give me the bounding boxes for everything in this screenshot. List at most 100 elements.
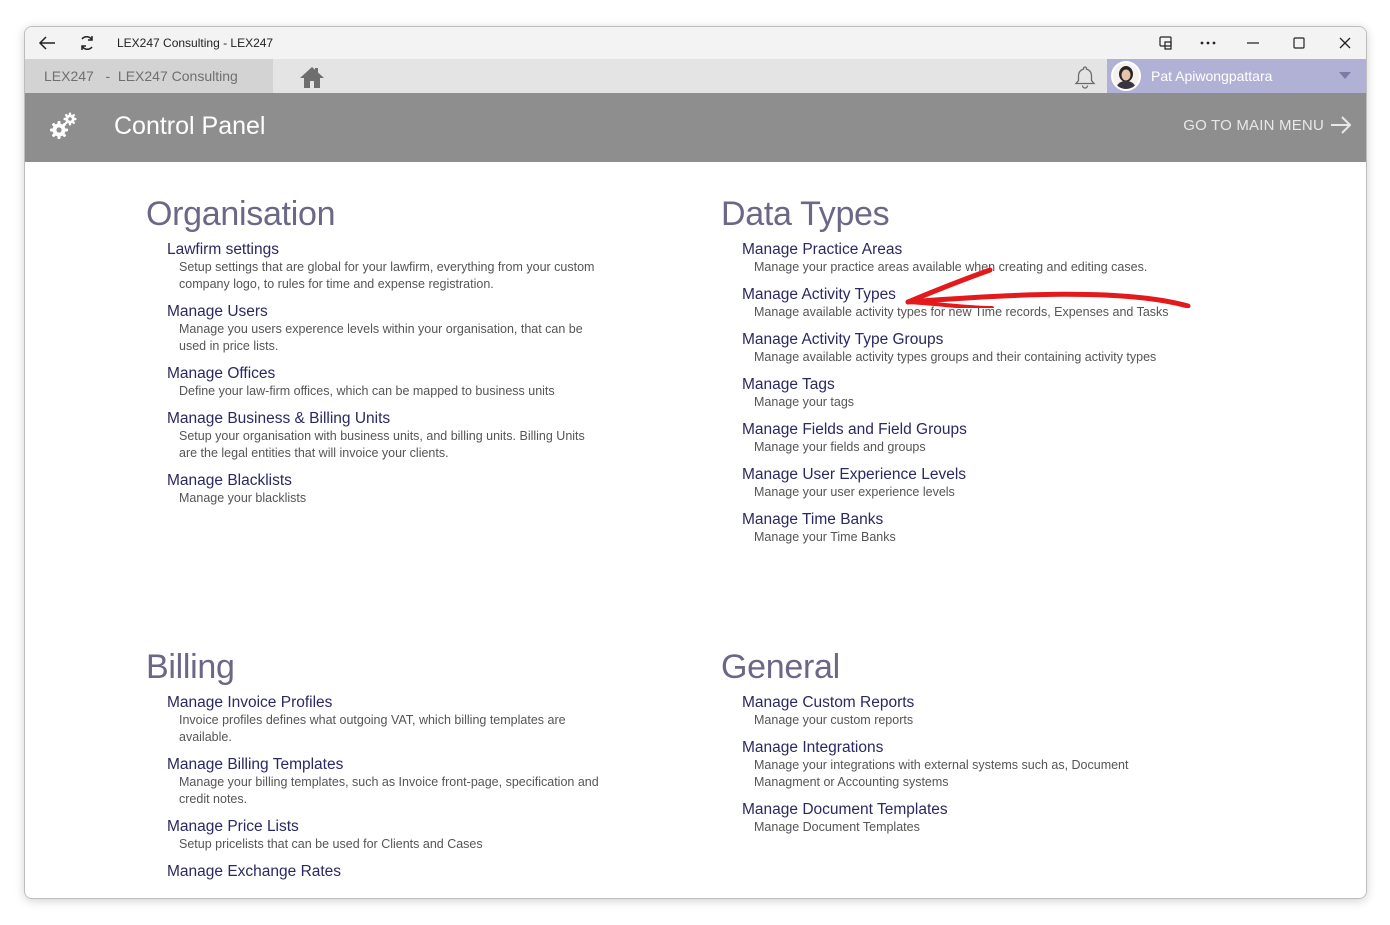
manage-exchange-rates-link[interactable]: Manage Exchange Rates (167, 862, 616, 881)
list-item: Manage Document Templates Manage Documen… (742, 800, 1191, 836)
manage-fields-link[interactable]: Manage Fields and Field Groups (742, 420, 1191, 439)
manage-time-banks-link[interactable]: Manage Time Banks (742, 510, 1191, 529)
section-heading: Billing (146, 648, 235, 686)
more-dots-icon (1200, 41, 1216, 45)
list-item: Manage Blacklists Manage your blacklists (167, 471, 616, 507)
go-to-main-menu-link[interactable]: GO TO MAIN MENU (1183, 116, 1352, 134)
tab-lex247-consulting[interactable]: LEX247 - LEX247 Consulting (25, 59, 273, 93)
item-description: Manage Document Templates (754, 820, 920, 834)
item-description: Manage your custom reports (754, 713, 914, 727)
manage-offices-link[interactable]: Manage Offices (167, 364, 616, 383)
gears-icon (50, 112, 77, 139)
list-item: Manage Time Banks Manage your Time Banks (742, 510, 1191, 546)
notifications-button[interactable] (1071, 63, 1099, 91)
manage-users-link[interactable]: Manage Users (167, 302, 616, 321)
item-description: Invoice profiles defines what outgoing V… (179, 713, 566, 744)
item-description: Setup your organisation with business un… (179, 429, 585, 460)
close-icon (1339, 37, 1351, 49)
arrow-right-icon (1331, 116, 1352, 134)
item-description: Setup settings that are global for your … (179, 260, 595, 291)
manage-integrations-link[interactable]: Manage Integrations (742, 738, 1191, 757)
manage-custom-reports-link[interactable]: Manage Custom Reports (742, 693, 1191, 712)
item-description: Define your law-firm offices, which can … (179, 384, 555, 398)
list-item: Manage Business & Billing Units Setup yo… (167, 409, 616, 462)
back-button[interactable] (33, 30, 61, 56)
control-panel-content: Organisation Lawfirm settings Setup sett… (25, 162, 1366, 898)
manage-practice-areas-link[interactable]: Manage Practice Areas (742, 240, 1191, 259)
chevron-down-icon[interactable] (1339, 72, 1351, 79)
list-item: Manage Invoice Profiles Invoice profiles… (167, 693, 616, 746)
list-item: Manage Exchange Rates (167, 862, 616, 881)
item-description: Manage you users experence levels within… (179, 322, 583, 353)
manage-activity-types-link[interactable]: Manage Activity Types (742, 285, 1191, 304)
list-item: Manage Price Lists Setup pricelists that… (167, 817, 616, 853)
manage-billing-templates-link[interactable]: Manage Billing Templates (167, 755, 616, 774)
list-item: Manage User Experience Levels Manage you… (742, 465, 1191, 501)
title-bar: LEX247 Consulting - LEX247 (25, 27, 1366, 59)
maximize-icon (1293, 37, 1305, 49)
list-item: Manage Offices Define your law-firm offi… (167, 364, 616, 400)
section-billing: Billing Manage Invoice Profiles Invoice … (146, 647, 616, 890)
section-heading: Organisation (146, 195, 336, 233)
item-description: Manage your integrations with external s… (754, 758, 1129, 789)
tab-bar: LEX247 - LEX247 Consulting Pat Apiwongpa… (25, 59, 1366, 93)
list-item: Manage Users Manage you users experence … (167, 302, 616, 355)
manage-tags-link[interactable]: Manage Tags (742, 375, 1191, 394)
manage-blacklists-link[interactable]: Manage Blacklists (167, 471, 616, 490)
item-description: Manage your Time Banks (754, 530, 896, 544)
tab-label: LEX247 - LEX247 Consulting (44, 68, 238, 84)
minimize-icon (1247, 42, 1259, 44)
maximize-button[interactable] (1276, 27, 1322, 59)
page-title: Control Panel (114, 112, 266, 140)
refresh-button[interactable] (73, 30, 101, 56)
section-organisation: Organisation Lawfirm settings Setup sett… (146, 194, 616, 516)
list-item: Manage Activity Types Manage available a… (742, 285, 1191, 321)
lawfirm-settings-link[interactable]: Lawfirm settings (167, 240, 616, 259)
section-general: General Manage Custom Reports Manage you… (721, 647, 1191, 845)
avatar (1111, 61, 1141, 91)
list-item: Manage Activity Type Groups Manage avail… (742, 330, 1191, 366)
item-description: Manage your tags (754, 395, 855, 409)
item-description: Manage available activity types for new … (754, 305, 1169, 319)
item-description: Manage your blacklists (179, 491, 307, 505)
section-data-types: Data Types Manage Practice Areas Manage … (721, 194, 1191, 555)
control-panel-header: Control Panel GO TO MAIN MENU (25, 93, 1366, 162)
cast-icon (1159, 36, 1172, 50)
manage-invoice-profiles-link[interactable]: Manage Invoice Profiles (167, 693, 616, 712)
list-item: Manage Custom Reports Manage your custom… (742, 693, 1191, 729)
app-window: LEX247 Consulting - LEX247 LEX247 - LEX2… (24, 26, 1367, 899)
close-button[interactable] (1322, 27, 1366, 59)
list-item: Manage Practice Areas Manage your practi… (742, 240, 1191, 276)
manage-activity-type-groups-link[interactable]: Manage Activity Type Groups (742, 330, 1191, 349)
more-options-button[interactable] (1185, 27, 1231, 59)
list-item: Manage Tags Manage your tags (742, 375, 1191, 411)
manage-business-billing-units-link[interactable]: Manage Business & Billing Units (167, 409, 616, 428)
item-description: Manage available activity types groups a… (754, 350, 1157, 364)
manage-user-experience-levels-link[interactable]: Manage User Experience Levels (742, 465, 1191, 484)
item-description: Setup pricelists that can be used for Cl… (179, 837, 483, 851)
manage-price-lists-link[interactable]: Manage Price Lists (167, 817, 616, 836)
item-description: Manage your user experience levels (754, 485, 955, 499)
section-heading: Data Types (721, 195, 890, 233)
section-heading: General (721, 648, 840, 686)
bell-icon (1074, 66, 1096, 89)
item-description: Manage your practice areas available whe… (754, 260, 1148, 274)
manage-document-templates-link[interactable]: Manage Document Templates (742, 800, 1191, 819)
main-menu-label: GO TO MAIN MENU (1183, 116, 1324, 134)
user-menu[interactable]: Pat Apiwongpattara (1107, 59, 1366, 93)
back-arrow-icon (38, 36, 55, 50)
list-item: Manage Integrations Manage your integrat… (742, 738, 1191, 791)
home-icon (300, 67, 324, 88)
user-name: Pat Apiwongpattara (1151, 68, 1273, 84)
window-title: LEX247 Consulting - LEX247 (117, 36, 274, 50)
home-button[interactable] (297, 63, 327, 91)
list-item: Lawfirm settings Setup settings that are… (167, 240, 616, 293)
item-description: Manage your fields and groups (754, 440, 926, 454)
item-description: Manage your billing templates, such as I… (179, 775, 599, 806)
minimize-button[interactable] (1230, 27, 1276, 59)
list-item: Manage Billing Templates Manage your bil… (167, 755, 616, 808)
user-avatar-icon (1113, 63, 1139, 89)
list-item: Manage Fields and Field Groups Manage yo… (742, 420, 1191, 456)
refresh-icon (81, 36, 93, 50)
cast-button[interactable] (1143, 27, 1189, 59)
